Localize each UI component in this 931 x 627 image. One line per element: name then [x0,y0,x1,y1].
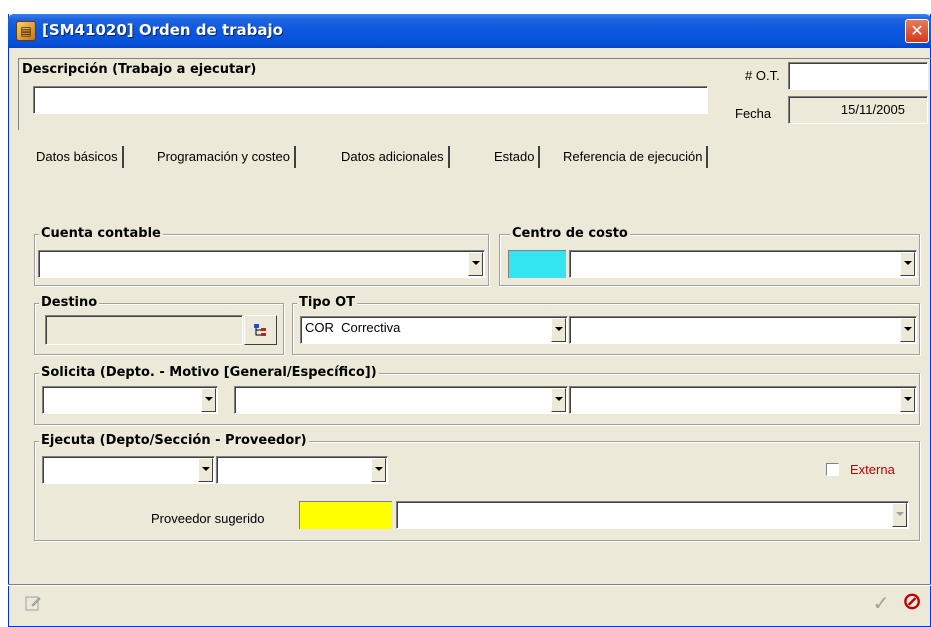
ot-input[interactable] [788,62,928,90]
ejecuta-depto-select[interactable] [42,456,215,484]
tipo-ot-code: COR [305,320,334,335]
destino-input [45,315,243,345]
solicita-motivo-especifico-select[interactable] [569,386,917,414]
chevron-down-icon[interactable] [900,252,915,276]
chevron-down-icon[interactable] [900,388,915,412]
chevron-down-icon[interactable] [900,318,915,342]
externa-checkbox[interactable] [826,463,839,476]
title-bar[interactable]: ▤ [SM41020] Orden de trabajo ✕ [8,14,931,48]
fecha-label: Fecha [735,106,772,121]
fecha-value: 15/11/2005 [788,96,928,124]
tab-datos-adicionales[interactable]: Datos adicionales [337,146,450,168]
tab-referencia-ejecucion[interactable]: Referencia de ejecución [559,146,709,168]
proveedor-sugerido-label: Proveedor sugerido [151,511,265,526]
edit-note-icon[interactable] [22,594,44,616]
descripcion-label: Descripción (Trabajo a ejecutar) [22,62,257,77]
footer-divider [8,584,931,586]
chevron-down-icon[interactable] [371,458,386,482]
proveedor-select [396,501,909,529]
chevron-down-icon [892,503,907,527]
descripcion-input[interactable] [33,86,708,114]
centro-costo-legend: Centro de costo [510,226,630,242]
chevron-down-icon[interactable] [198,458,213,482]
chevron-down-icon[interactable] [551,388,566,412]
centro-costo-select[interactable] [569,250,917,278]
chevron-down-icon[interactable] [201,388,216,412]
tipo-ot-name: Correctiva [341,320,401,335]
tab-datos-basicos[interactable]: Datos básicos [32,146,124,168]
tab-estado[interactable]: Estado [490,146,541,168]
cancel-icon[interactable]: ⊘ [901,589,923,613]
tab-programacion-costeo[interactable]: Programación y costeo [153,146,296,168]
close-icon[interactable]: ✕ [905,19,929,43]
solicita-legend: Solicita (Depto. - Motivo [General/Espec… [39,365,379,381]
solicita-motivo-general-select[interactable] [234,386,568,414]
window-title: [SM41020] Orden de trabajo [42,21,283,39]
chevron-down-icon[interactable] [551,318,566,342]
externa-label[interactable]: Externa [850,462,895,477]
ejecuta-legend: Ejecuta (Depto/Sección - Proveedor) [39,433,309,449]
cuenta-contable-legend: Cuenta contable [39,226,163,242]
chevron-down-icon[interactable] [468,252,483,276]
tipo-ot-detail-select[interactable] [569,316,917,344]
tipo-ot-legend: Tipo OT [297,295,358,311]
destino-legend: Destino [39,295,100,311]
ot-label: # O.T. [745,68,780,83]
tipo-ot-select[interactable]: COR Correctiva [300,316,568,344]
centro-costo-code[interactable] [508,250,566,278]
solicita-depto-select[interactable] [42,386,218,414]
ejecuta-seccion-select[interactable] [216,456,388,484]
proveedor-code[interactable] [299,501,392,529]
app-icon: ▤ [16,21,36,41]
tree-picker-icon[interactable] [244,315,277,345]
checkmark-icon[interactable]: ✓ [870,592,892,614]
cuenta-contable-select[interactable] [38,250,485,278]
